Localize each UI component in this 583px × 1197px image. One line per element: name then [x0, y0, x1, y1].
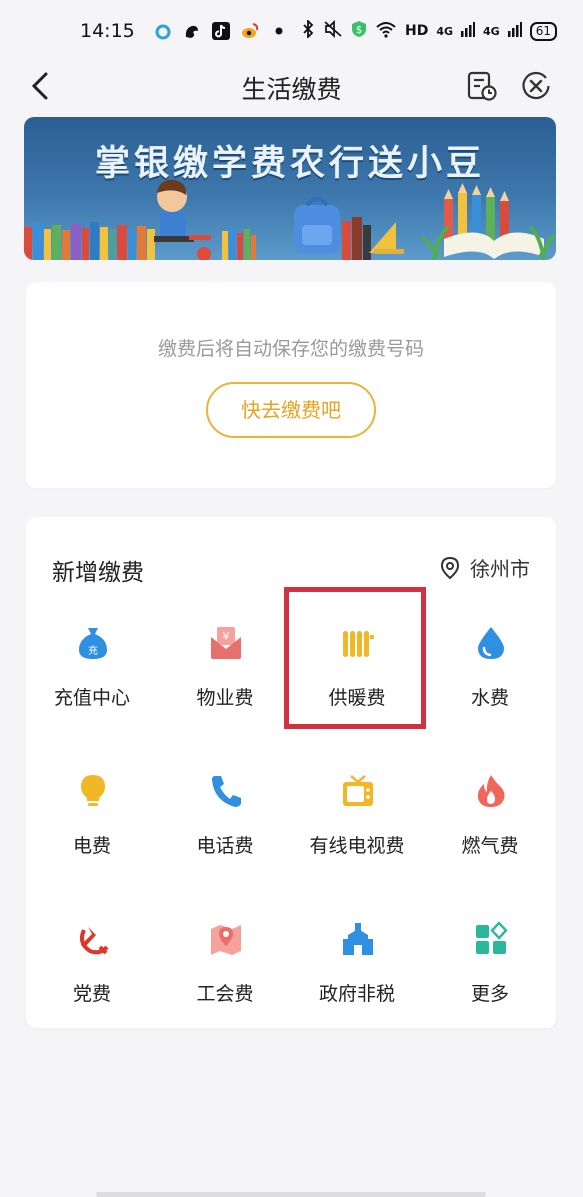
- signal-4g-2: 4G: [483, 24, 500, 38]
- grid-item-label: 物业费: [196, 687, 254, 709]
- tiktok-icon: [211, 21, 231, 41]
- grid-item-label: 充值中心: [53, 687, 130, 709]
- bill-history-button[interactable]: [466, 70, 498, 102]
- grid-item-electricity[interactable]: 电费: [26, 773, 158, 893]
- hammer-sickle-icon: [80, 927, 109, 955]
- grid-item-label: 燃气费: [461, 835, 519, 857]
- weibo-icon: [240, 21, 260, 41]
- grid-item-property[interactable]: ¥ 物业费: [159, 625, 291, 745]
- grid-item-party-fee[interactable]: 党费: [26, 921, 158, 1041]
- bill-clock-icon: [467, 71, 497, 101]
- squirrel-icon: [182, 21, 202, 41]
- map-pin-icon: [211, 925, 241, 955]
- bluetooth-icon: [301, 18, 315, 42]
- mute-icon: [323, 19, 343, 42]
- go-pay-button[interactable]: 快去缴费吧: [206, 382, 376, 438]
- add-payment-card: 新增缴费 徐州市 充 充值中心 ¥ 物业费 供暖费 水费 电费 电话费 有线电视…: [26, 517, 556, 1028]
- promo-banner[interactable]: 掌银缴学费农行送小豆: [24, 117, 556, 260]
- water-drop-icon: [478, 627, 504, 659]
- nav-bar: 生活缴费: [0, 62, 583, 110]
- grid-item-label: 工会费: [196, 983, 254, 1005]
- signal-bars-icon: [461, 21, 476, 41]
- grid-item-label: 有线电视费: [309, 835, 405, 857]
- highlight-frame: [284, 587, 426, 729]
- app-notification-icon: [153, 21, 173, 41]
- city-name: 徐州市: [470, 557, 530, 581]
- flame-icon: [477, 775, 505, 807]
- svg-text:充: 充: [88, 644, 98, 657]
- grid-item-recharge[interactable]: 充 充值中心: [26, 625, 158, 745]
- home-indicator[interactable]: [96, 1192, 486, 1197]
- grid-item-gas[interactable]: 燃气费: [424, 773, 556, 893]
- grid-item-water[interactable]: 水费: [424, 625, 556, 745]
- saved-hint-text: 缴费后将自动保存您的缴费号码: [157, 338, 424, 360]
- saved-payments-card: 缴费后将自动保存您的缴费号码 快去缴费吧: [26, 282, 556, 488]
- grid-item-label: 更多: [470, 983, 509, 1005]
- government-building-icon: [343, 923, 373, 955]
- status-bar: 14:15 $ HD 4G 4G 61: [0, 0, 583, 62]
- network-label: HD: [405, 23, 429, 39]
- grid-item-label: 水费: [470, 687, 509, 709]
- property-envelope-icon: ¥: [211, 627, 241, 659]
- close-circle-icon: [522, 71, 550, 100]
- shield-app-icon: $: [351, 20, 367, 42]
- money-bag-icon: 充: [79, 628, 107, 659]
- grid-item-label: 电话费: [196, 835, 254, 857]
- phone-icon: [212, 776, 241, 807]
- close-button[interactable]: [520, 70, 552, 102]
- grid-item-more[interactable]: 更多: [424, 921, 556, 1041]
- svg-text:$: $: [356, 25, 362, 36]
- dot-icon: [269, 21, 289, 41]
- grid-item-label: 党费: [72, 983, 111, 1005]
- section-title: 新增缴费: [52, 560, 144, 586]
- signal-bars-icon-2: [507, 21, 522, 41]
- tv-icon: [343, 775, 373, 806]
- battery-indicator: 61: [529, 21, 557, 41]
- banner-title: 掌银缴学费农行送小豆: [94, 144, 485, 184]
- svg-text:¥: ¥: [223, 630, 230, 643]
- grid-item-gov-tax[interactable]: 政府非税: [291, 921, 423, 1041]
- grid-item-phone[interactable]: 电话费: [159, 773, 291, 893]
- grid-item-cable-tv[interactable]: 有线电视费: [291, 773, 423, 893]
- grid-item-union-fee[interactable]: 工会费: [159, 921, 291, 1041]
- location-pin-icon: [440, 556, 460, 579]
- signal-4g-1: 4G: [436, 24, 454, 38]
- grid-item-label: 政府非税: [318, 983, 395, 1005]
- city-selector[interactable]: 徐州市: [438, 553, 530, 582]
- more-grid-icon: [476, 921, 508, 954]
- wifi-icon: [375, 20, 397, 42]
- light-bulb-icon: [81, 775, 105, 806]
- grid-item-label: 电费: [72, 835, 111, 857]
- status-time: 14:15: [80, 20, 135, 42]
